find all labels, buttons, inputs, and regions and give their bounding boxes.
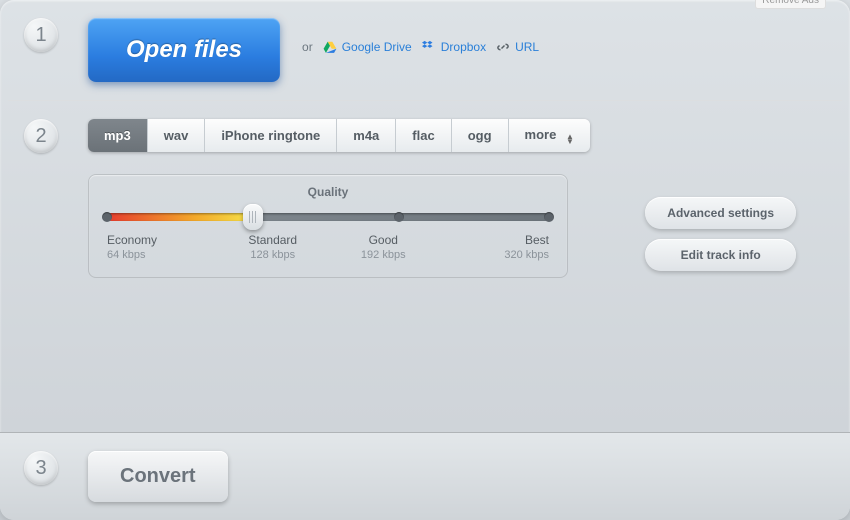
- google-drive-icon: [323, 40, 337, 54]
- quality-rate: 320 kbps: [439, 249, 550, 261]
- alt-sources-row: or Google Drive Dropbox URL: [302, 40, 539, 54]
- format-tabs: mp3 wav iPhone ringtone m4a flac ogg mor…: [88, 119, 590, 152]
- step-number-2: 2: [24, 119, 58, 153]
- quality-label-best: Best 320 kbps: [439, 233, 550, 261]
- advanced-settings-button[interactable]: Advanced settings: [645, 197, 796, 229]
- quality-rate: 64 kbps: [107, 249, 218, 261]
- or-label: or: [302, 40, 313, 54]
- format-tab-m4a[interactable]: m4a: [337, 119, 396, 152]
- dropbox-link[interactable]: Dropbox: [422, 40, 486, 54]
- converter-panel: Remove Ads 1 Open files or Google Drive …: [0, 0, 850, 520]
- edit-track-info-button[interactable]: Edit track info: [645, 239, 796, 271]
- quality-box: Quality Economy 64 kbps Standard 128 kbp…: [88, 174, 568, 278]
- updown-icon: ▲▼: [566, 134, 574, 144]
- google-drive-label: Google Drive: [342, 40, 412, 54]
- url-label: URL: [515, 40, 539, 54]
- quality-name: Standard: [218, 233, 329, 247]
- quality-rate: 128 kbps: [218, 249, 329, 261]
- google-drive-link[interactable]: Google Drive: [323, 40, 412, 54]
- quality-stop-best[interactable]: [544, 212, 554, 222]
- dropbox-label: Dropbox: [441, 40, 486, 54]
- dropbox-icon: [422, 40, 436, 54]
- quality-title: Quality: [107, 185, 549, 199]
- url-link[interactable]: URL: [496, 40, 539, 54]
- open-files-button[interactable]: Open files: [88, 18, 280, 82]
- quality-label-good: Good 192 kbps: [328, 233, 439, 261]
- quality-slider-thumb[interactable]: [243, 204, 263, 230]
- format-tab-iphone-ringtone[interactable]: iPhone ringtone: [205, 119, 337, 152]
- section-format: 2 mp3 wav iPhone ringtone m4a flac ogg m…: [0, 101, 850, 401]
- step-number-1: 1: [24, 18, 58, 52]
- link-icon: [496, 40, 510, 54]
- convert-button[interactable]: Convert: [88, 451, 228, 502]
- side-buttons: Advanced settings Edit track info: [645, 197, 796, 271]
- section-convert: 3 Convert: [0, 432, 850, 520]
- quality-name: Good: [328, 233, 439, 247]
- quality-label-economy: Economy 64 kbps: [107, 233, 218, 261]
- format-tab-ogg[interactable]: ogg: [452, 119, 509, 152]
- format-tab-mp3[interactable]: mp3: [88, 119, 148, 152]
- quality-name: Economy: [107, 233, 218, 247]
- format-tab-wav[interactable]: wav: [148, 119, 206, 152]
- quality-labels: Economy 64 kbps Standard 128 kbps Good 1…: [107, 233, 549, 261]
- quality-stop-good[interactable]: [394, 212, 404, 222]
- format-tab-more[interactable]: more ▲▼: [509, 119, 590, 152]
- format-tab-flac[interactable]: flac: [396, 119, 451, 152]
- quality-slider[interactable]: [107, 213, 549, 221]
- quality-label-standard: Standard 128 kbps: [218, 233, 329, 261]
- quality-name: Best: [439, 233, 550, 247]
- section-open-files: 1 Open files or Google Drive Dropbox UR: [0, 0, 850, 100]
- more-label: more: [525, 127, 557, 142]
- quality-rate: 192 kbps: [328, 249, 439, 261]
- quality-stop-economy[interactable]: [102, 212, 112, 222]
- step-number-3: 3: [24, 451, 58, 485]
